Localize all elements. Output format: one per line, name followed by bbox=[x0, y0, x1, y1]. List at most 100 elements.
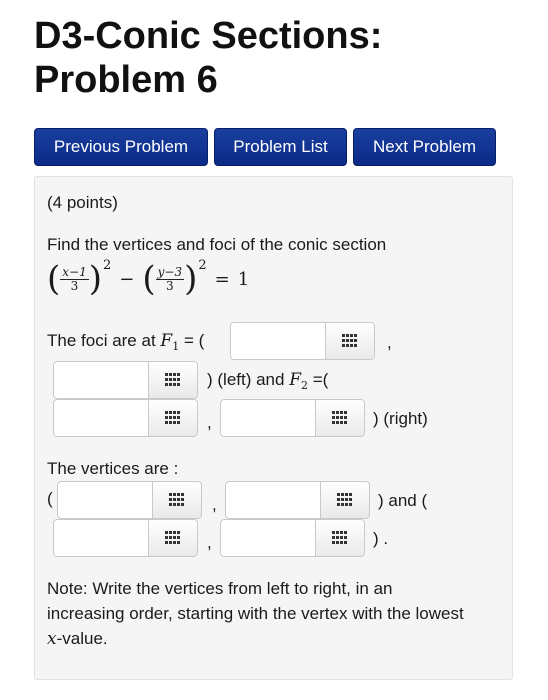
keypad-dot bbox=[173, 536, 176, 539]
v2-x-input[interactable] bbox=[53, 519, 148, 557]
keypad-dot bbox=[169, 541, 172, 544]
close-paren: ) bbox=[88, 259, 102, 299]
keypad-dot bbox=[337, 503, 340, 506]
f1-subscript: 1 bbox=[172, 340, 180, 353]
keypad-dot bbox=[336, 411, 339, 414]
keypad-dot bbox=[165, 531, 168, 534]
next-problem-button[interactable]: Next Problem bbox=[353, 128, 496, 166]
keypad-dot bbox=[344, 416, 347, 419]
keypad-dot bbox=[173, 373, 176, 376]
foci-row2-text: ) (left) and F2 =( bbox=[207, 370, 328, 392]
points-label: (4 points) bbox=[47, 193, 118, 212]
keypad-dot bbox=[332, 421, 335, 424]
fraction-y-numerator: y−3 bbox=[155, 264, 185, 280]
keypad-dot bbox=[173, 493, 176, 496]
keypad-dot bbox=[354, 334, 357, 337]
keypad-dot bbox=[340, 531, 343, 534]
keypad-grid bbox=[165, 373, 180, 386]
keypad-dot bbox=[332, 531, 335, 534]
v2-x-field bbox=[53, 519, 198, 557]
keypad-icon[interactable] bbox=[315, 519, 365, 557]
keypad-dot bbox=[350, 344, 353, 347]
keypad-dot bbox=[177, 493, 180, 496]
f1-y-input[interactable] bbox=[53, 361, 148, 399]
vertices-open-paren: ( bbox=[47, 489, 53, 508]
keypad-dot bbox=[336, 541, 339, 544]
keypad-dot bbox=[169, 536, 172, 539]
keypad-dot bbox=[177, 411, 180, 414]
keypad-dot bbox=[173, 378, 176, 381]
keypad-dot bbox=[169, 421, 172, 424]
keypad-icon[interactable] bbox=[325, 322, 375, 360]
keypad-dot bbox=[181, 503, 184, 506]
keypad-dot bbox=[173, 541, 176, 544]
f2-y-field bbox=[220, 399, 365, 437]
keypad-grid bbox=[165, 411, 180, 424]
keypad-dot bbox=[177, 536, 180, 539]
keypad-dot bbox=[177, 373, 180, 376]
exponent-1: 2 bbox=[103, 257, 112, 273]
f1-x-input[interactable] bbox=[230, 322, 325, 360]
keypad-dot bbox=[165, 411, 168, 414]
comma: , bbox=[387, 333, 392, 352]
right-close-label: ) (right) bbox=[373, 409, 428, 428]
comma: , bbox=[207, 533, 212, 552]
comma: , bbox=[212, 495, 217, 514]
left-and-label: ) (left) and bbox=[207, 370, 285, 389]
keypad-dot bbox=[177, 383, 180, 386]
fraction-y: y−3 3 bbox=[155, 264, 185, 293]
keypad-dot bbox=[165, 536, 168, 539]
keypad-dot bbox=[332, 536, 335, 539]
keypad-dot bbox=[332, 416, 335, 419]
keypad-dot bbox=[173, 411, 176, 414]
keypad-dot bbox=[344, 411, 347, 414]
keypad-icon[interactable] bbox=[148, 361, 198, 399]
keypad-grid bbox=[337, 493, 352, 506]
keypad-icon[interactable] bbox=[152, 481, 202, 519]
note-line-1: Note: Write the vertices from left to ri… bbox=[47, 579, 393, 598]
v1-x-input[interactable] bbox=[57, 481, 152, 519]
problem-intro: Find the vertices and foci of the conic … bbox=[47, 235, 387, 254]
keypad-dot bbox=[181, 493, 184, 496]
close-paren: ) bbox=[184, 259, 198, 299]
f2-x-input[interactable] bbox=[53, 399, 148, 437]
keypad-grid bbox=[332, 411, 347, 424]
keypad-dot bbox=[173, 416, 176, 419]
keypad-dot bbox=[350, 339, 353, 342]
keypad-dot bbox=[337, 493, 340, 496]
equation-rhs: 1 bbox=[237, 268, 250, 290]
keypad-dot bbox=[337, 498, 340, 501]
keypad-dot bbox=[173, 421, 176, 424]
keypad-dot bbox=[341, 493, 344, 496]
v2-y-field bbox=[220, 519, 365, 557]
previous-problem-button[interactable]: Previous Problem bbox=[34, 128, 208, 166]
keypad-dot bbox=[350, 334, 353, 337]
keypad-dot bbox=[177, 378, 180, 381]
keypad-dot bbox=[342, 339, 345, 342]
keypad-dot bbox=[346, 334, 349, 337]
vertices-close: ) . bbox=[373, 529, 389, 548]
f2-y-input[interactable] bbox=[220, 399, 315, 437]
keypad-dot bbox=[165, 373, 168, 376]
keypad-dot bbox=[181, 498, 184, 501]
v1-y-input[interactable] bbox=[225, 481, 320, 519]
keypad-dot bbox=[336, 536, 339, 539]
v2-y-input[interactable] bbox=[220, 519, 315, 557]
keypad-dot bbox=[340, 541, 343, 544]
keypad-dot bbox=[346, 344, 349, 347]
keypad-dot bbox=[177, 416, 180, 419]
keypad-dot bbox=[340, 416, 343, 419]
comma: , bbox=[207, 413, 212, 432]
problem-list-button[interactable]: Problem List bbox=[214, 128, 347, 166]
keypad-icon[interactable] bbox=[315, 399, 365, 437]
keypad-dot bbox=[169, 498, 172, 501]
keypad-dot bbox=[169, 531, 172, 534]
keypad-icon[interactable] bbox=[148, 519, 198, 557]
f2-letter: F bbox=[289, 370, 302, 390]
keypad-dot bbox=[340, 536, 343, 539]
keypad-icon[interactable] bbox=[320, 481, 370, 519]
keypad-icon[interactable] bbox=[148, 399, 198, 437]
conic-equation: ( x−1 3 ) 2 − ( y−3 3 ) 2 = 1 bbox=[47, 257, 249, 301]
keypad-dot bbox=[345, 493, 348, 496]
f2-symbol: F2 bbox=[289, 370, 308, 392]
